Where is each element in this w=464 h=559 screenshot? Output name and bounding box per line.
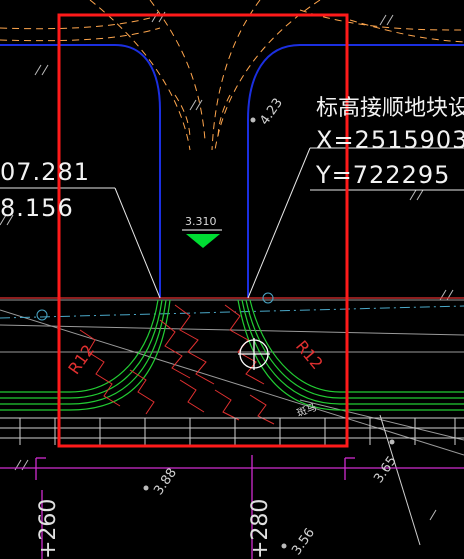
coord-y-right: Y=722295: [316, 161, 451, 189]
canvas-background: [0, 0, 464, 559]
coord-x-right: X=2515903: [316, 126, 464, 154]
coord-left-bottom: 8.156: [0, 194, 74, 222]
elevation-marker-label: 3.310: [185, 215, 217, 228]
coord-left-top: 07.281: [0, 158, 90, 186]
chainage-260-label: +260: [36, 498, 61, 559]
chainage-280-label: +280: [248, 498, 273, 559]
cad-drawing-canvas[interactable]: [0, 0, 464, 559]
elevation-note-label: 标高接顺地块设: [316, 96, 464, 121]
